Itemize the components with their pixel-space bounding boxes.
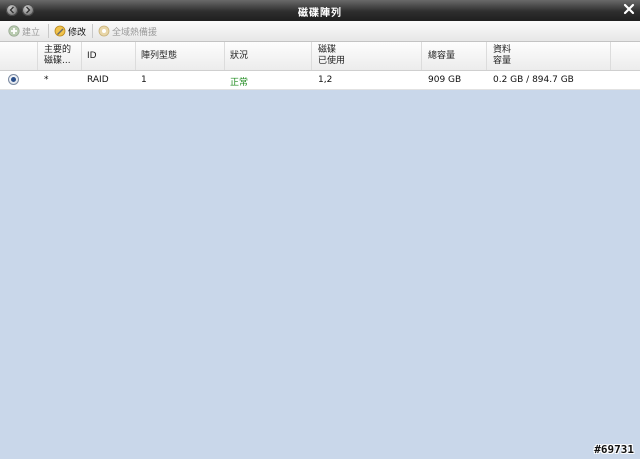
- toolbar-divider: [48, 24, 49, 38]
- add-icon: [8, 25, 20, 37]
- column-header-raid-type[interactable]: 陣列型態: [141, 51, 177, 62]
- hotspare-label: 全域熱備援: [112, 27, 158, 38]
- cell-disks-used: 1,2: [318, 75, 333, 85]
- toolbar: 建立 修改 全域熱備援: [0, 21, 640, 42]
- column-header-primary[interactable]: 主要的 磁碟...: [44, 45, 71, 67]
- column-divider: [311, 42, 312, 70]
- column-divider: [421, 42, 422, 70]
- radio-selected-dot: [11, 77, 16, 82]
- window-title: 磁碟陣列: [298, 8, 342, 19]
- column-divider: [486, 42, 487, 70]
- column-divider: [135, 42, 136, 70]
- cell-data-capacity: 0.2 GB / 894.7 GB: [493, 75, 574, 85]
- cell-id: RAID: [87, 75, 109, 85]
- column-header-disks-used[interactable]: 磁碟 已使用: [318, 45, 345, 67]
- cell-total-capacity: 909 GB: [428, 75, 462, 85]
- create-label: 建立: [22, 27, 41, 38]
- column-divider: [224, 42, 225, 70]
- column-header-id[interactable]: ID: [87, 51, 97, 62]
- edit-button[interactable]: 修改: [54, 24, 86, 38]
- column-divider: [610, 42, 611, 70]
- edit-label: 修改: [68, 27, 87, 38]
- global-hotspare-button[interactable]: 全域熱備援: [98, 24, 157, 38]
- cell-status: 正常: [230, 78, 249, 88]
- table-row[interactable]: * RAID 1 正常 1,2 909 GB 0.2 GB / 894.7 GB: [0, 71, 640, 90]
- edit-icon: [54, 25, 66, 37]
- cell-raid-type: 1: [141, 75, 147, 85]
- column-header-status[interactable]: 狀況: [230, 51, 248, 62]
- watermark: #69731: [594, 443, 634, 456]
- cell-primary: *: [44, 75, 49, 85]
- create-button[interactable]: 建立: [8, 24, 40, 38]
- close-icon[interactable]: [623, 3, 635, 15]
- column-header-total-capacity[interactable]: 總容量: [428, 51, 455, 62]
- raid-window: 磁碟陣列 建立 修改 全域熱備援 主要的 磁碟... ID 陣列型態 狀況 磁碟…: [0, 0, 640, 459]
- table-header: 主要的 磁碟... ID 陣列型態 狀況 磁碟 已使用 總容量 資料 容量: [0, 42, 640, 71]
- column-header-data-capacity[interactable]: 資料 容量: [493, 45, 511, 67]
- hotspare-icon: [98, 25, 110, 37]
- title-bar: 磁碟陣列: [0, 0, 640, 21]
- toolbar-divider: [92, 24, 93, 38]
- column-divider: [81, 42, 82, 70]
- row-select-radio[interactable]: [8, 74, 19, 85]
- column-divider: [37, 42, 38, 70]
